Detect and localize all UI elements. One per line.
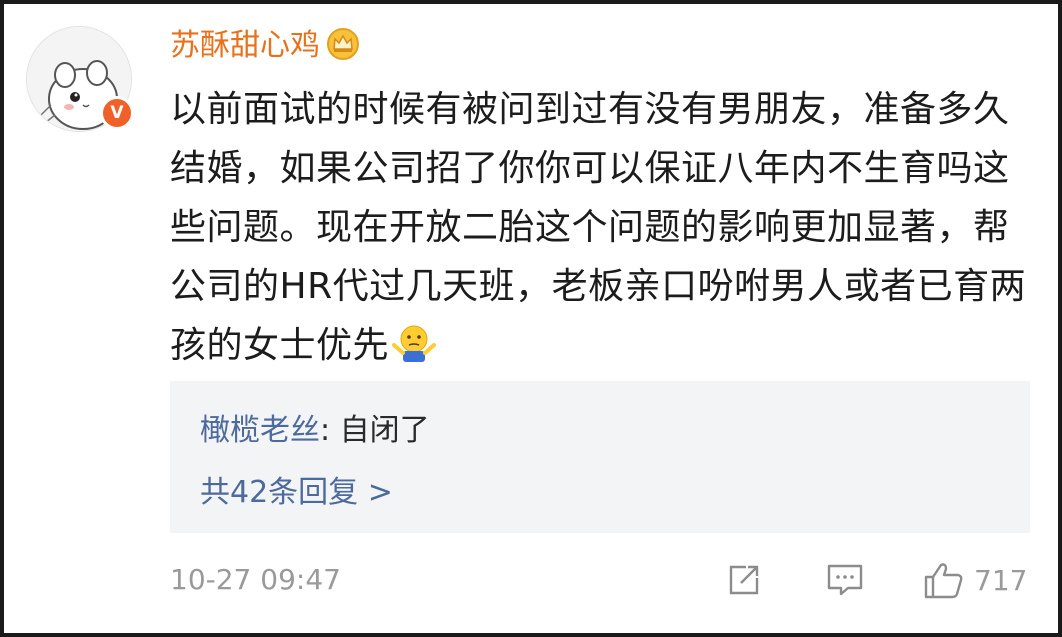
reply-username[interactable]: 橄榄老丝 [200,413,320,448]
timestamp: 10-27 09:47 [170,563,341,596]
like-button[interactable]: 717 [922,558,1027,602]
share-button[interactable] [724,558,764,602]
shrug-emoji-icon [392,325,437,362]
thumbs-up-icon [924,563,963,599]
username[interactable]: 苏酥甜心鸡 [170,24,360,68]
reply-text: 自闭了 [339,413,430,448]
reply-line: 橄榄老丝: 自闭了 [200,411,430,451]
username-text[interactable]: 苏酥甜心鸡 [170,28,320,63]
share-icon [729,565,759,595]
view-replies-link[interactable]: 共42条回复 > [200,473,393,513]
comment-body: 以前面试的时候有被问到过有没有男朋友，准备多久结婚，如果公司招了你你可以保证八年… [170,80,1040,375]
reply-preview[interactable]: 橄榄老丝: 自闭了 共42条回复 > [170,381,1030,533]
comment-button[interactable] [824,558,866,602]
comment-icon [827,564,863,596]
comment-card: V 苏酥甜心鸡 以前面试的时候有被问到过有没有男朋友，准备多久结婚，如果公司招了… [0,0,1062,637]
avatar-container[interactable]: V [26,26,134,132]
crown-icon [327,27,359,60]
comment-text: 以前面试的时候有被问到过有没有男朋友，准备多久结婚，如果公司招了你你可以保证八年… [170,89,1027,366]
like-count: 717 [974,563,1028,597]
verified-badge: V [100,96,134,130]
reply-separator: : [320,413,340,448]
